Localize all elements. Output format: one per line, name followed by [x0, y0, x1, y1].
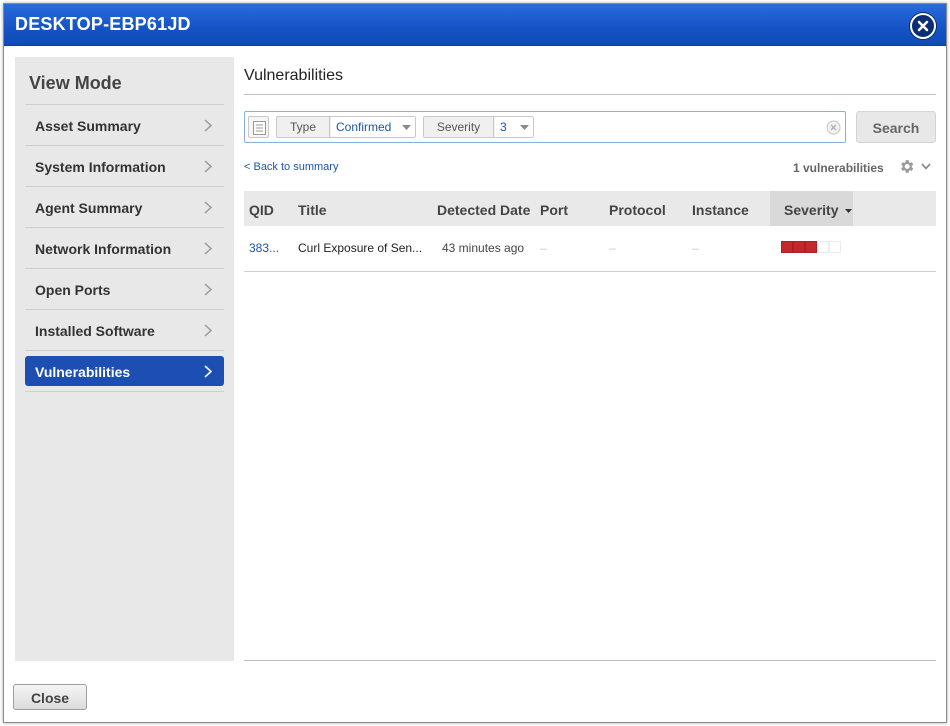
- column-header-qid[interactable]: QID: [249, 191, 274, 226]
- severity-segment-filled: [781, 241, 793, 253]
- gear-icon[interactable]: [898, 158, 915, 175]
- close-button[interactable]: Close: [13, 684, 87, 710]
- sidebar-item-agent-summary[interactable]: Agent Summary: [25, 187, 224, 228]
- caret-down-icon: [402, 125, 411, 130]
- sidebar-item-label: Agent Summary: [35, 200, 143, 216]
- caret-down-icon: [520, 125, 529, 130]
- sidebar-item-label: Installed Software: [35, 323, 155, 339]
- qid-link[interactable]: 383...: [249, 241, 279, 255]
- sidebar-item-installed-software[interactable]: Installed Software: [25, 310, 224, 351]
- severity-segment-empty: [817, 241, 829, 253]
- filter-chip-type[interactable]: Type Confirmed: [276, 116, 416, 138]
- column-header-detected-date[interactable]: Detected Date: [437, 191, 530, 226]
- sidebar-item-label: Asset Summary: [35, 118, 141, 134]
- divider: [244, 94, 936, 95]
- filter-key: Severity: [424, 117, 494, 137]
- sidebar-item-label: System Information: [35, 159, 166, 175]
- table-header: QID Title Detected Date Port Protocol In…: [244, 191, 936, 226]
- severity-segment-empty: [829, 241, 841, 253]
- sidebar-item-open-ports[interactable]: Open Ports: [25, 269, 224, 310]
- back-to-summary-link[interactable]: < Back to summary: [244, 161, 338, 173]
- chevron-right-icon: [204, 324, 212, 337]
- chevron-right-icon: [204, 160, 212, 173]
- chevron-down-icon[interactable]: [921, 163, 931, 170]
- instance-cell: –: [692, 241, 699, 255]
- port-cell: –: [540, 241, 547, 255]
- severity-segment-filled: [793, 241, 805, 253]
- protocol-cell: –: [609, 241, 616, 255]
- chevron-right-icon: [204, 365, 212, 378]
- window-close-icon[interactable]: [910, 13, 936, 39]
- filter-chip-severity[interactable]: Severity 3: [423, 116, 534, 138]
- filter-key: Type: [277, 117, 330, 137]
- column-header-protocol[interactable]: Protocol: [609, 191, 666, 226]
- sidebar-item-label: Vulnerabilities: [35, 364, 131, 380]
- page-title: Vulnerabilities: [244, 67, 344, 84]
- chevron-right-icon: [204, 119, 212, 132]
- column-header-severity[interactable]: Severity: [770, 191, 853, 226]
- asset-details-window: DESKTOP-EBP61JD View Mode Asset Summary …: [3, 3, 947, 723]
- title-bar: DESKTOP-EBP61JD: [4, 4, 946, 46]
- result-count: 1 vulnerabilities: [793, 161, 884, 175]
- severity-segment-filled: [805, 241, 817, 253]
- list-icon[interactable]: [248, 116, 269, 138]
- sidebar-item-vulnerabilities[interactable]: Vulnerabilities: [25, 351, 224, 392]
- sort-desc-icon: [845, 209, 853, 214]
- detected-date-cell: 43 minutes ago: [442, 241, 525, 255]
- chevron-right-icon: [204, 201, 212, 214]
- column-header-port[interactable]: Port: [540, 191, 568, 226]
- column-header-title[interactable]: Title: [298, 191, 327, 226]
- sidebar-item-label: Network Information: [35, 241, 172, 257]
- table-row[interactable]: 383... Curl Exposure of Sen... 43 minute…: [244, 226, 936, 272]
- sidebar-item-network-information[interactable]: Network Information: [25, 228, 224, 269]
- chevron-right-icon: [204, 283, 212, 296]
- sidebar-item-label: Open Ports: [35, 282, 111, 298]
- divider: [244, 660, 936, 661]
- title-cell: Curl Exposure of Sen...: [298, 241, 423, 255]
- sidebar-item-asset-summary[interactable]: Asset Summary: [25, 105, 224, 146]
- view-mode-heading: View Mode: [29, 73, 122, 93]
- filter-bar[interactable]: Type Confirmed Severity 3: [244, 111, 846, 143]
- window-title: DESKTOP-EBP61JD: [15, 14, 191, 34]
- search-button[interactable]: Search: [856, 111, 936, 143]
- sidebar-item-system-information[interactable]: System Information: [25, 146, 224, 187]
- view-mode-sidebar: View Mode Asset Summary System Informati…: [15, 57, 234, 661]
- severity-bar: [781, 241, 841, 253]
- clear-circle-icon[interactable]: [826, 120, 841, 135]
- chevron-right-icon: [204, 242, 212, 255]
- column-header-label: Severity: [784, 202, 839, 218]
- column-header-instance[interactable]: Instance: [692, 191, 749, 226]
